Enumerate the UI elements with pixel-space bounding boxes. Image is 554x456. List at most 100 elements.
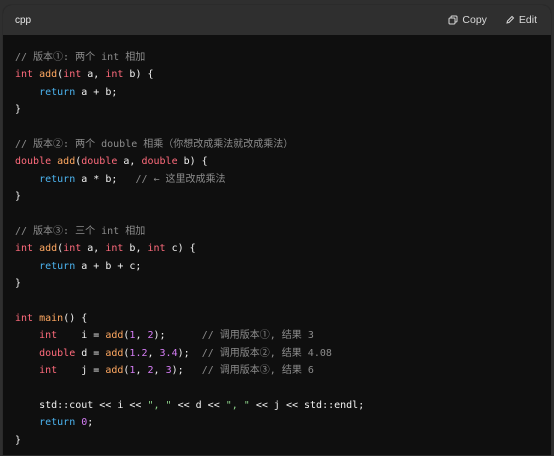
code-line: int add(int a, int b) { — [15, 66, 364, 83]
code-token: add — [57, 156, 76, 168]
code-token: // ← 这里改成乘法 — [135, 173, 226, 185]
code-token: return — [39, 417, 76, 429]
code-token: i = — [57, 330, 106, 342]
code-token: int — [147, 243, 166, 255]
code-token: } — [15, 104, 22, 116]
code-token: () { — [63, 312, 88, 324]
code-token: c) { — [165, 243, 196, 255]
code-token: // 调用版本①, 结果 3 — [201, 330, 314, 342]
code-token: int — [63, 69, 82, 81]
code-token: a + b + c; — [75, 260, 142, 272]
code-line: // 版本①: 两个 int 相加 — [15, 49, 364, 66]
code-token: int — [15, 243, 34, 255]
code-token: } — [15, 434, 22, 446]
code-token: add — [105, 330, 124, 342]
code-token: return — [39, 260, 76, 272]
code-token: add — [105, 347, 124, 359]
code-token: double — [39, 347, 76, 359]
code-token: ; — [87, 417, 94, 429]
code-token: , — [147, 347, 160, 359]
code-token: ); — [153, 330, 202, 342]
page-frame: cpp Copy Edit // 版本①: 两个 int 相加 int add(… — [0, 0, 554, 456]
code-token: // 版本②: 两个 double 相乘（你想改成乘法就改成乘法） — [15, 138, 294, 150]
code-line: // 版本②: 两个 double 相乘（你想改成乘法就改成乘法） — [15, 136, 364, 153]
edit-label: Edit — [518, 14, 537, 26]
code-line: return a + b + c; — [15, 258, 364, 275]
code-block: cpp Copy Edit // 版本①: 两个 int 相加 int add(… — [2, 4, 552, 456]
code-line: } — [15, 275, 364, 292]
copy-icon — [448, 15, 458, 25]
code-line: double d = add(1.2, 3.4); // 调用版本②, 结果 4… — [15, 345, 364, 362]
code-line: return a * b; // ← 这里改成乘法 — [15, 171, 364, 188]
code-line: int j = add(1, 2, 3); // 调用版本③, 结果 6 — [15, 362, 364, 379]
code-token: // 调用版本③, 结果 6 — [201, 365, 314, 377]
code-token: , — [135, 365, 148, 377]
code-token: double — [15, 156, 52, 168]
code-token: double — [81, 156, 118, 168]
code-token: int — [15, 69, 34, 81]
code-line: } — [15, 432, 364, 449]
code-line: // 版本③: 三个 int 相加 — [15, 223, 364, 240]
pencil-icon — [505, 15, 515, 25]
copy-button[interactable]: Copy — [448, 14, 487, 26]
code-token: int — [15, 312, 34, 324]
code-token: j = — [57, 365, 106, 377]
code-line: int add(int a, int b, int c) { — [15, 240, 364, 257]
code-token: a * b; — [75, 173, 136, 185]
code-token: add — [39, 69, 58, 81]
code-token: ); — [177, 347, 202, 359]
code-token: ", " — [225, 399, 250, 411]
code-token: // 版本③: 三个 int 相加 — [15, 225, 146, 237]
code-line: } — [15, 101, 364, 118]
code-token: double — [141, 156, 178, 168]
code-line: int main() { — [15, 310, 364, 327]
code-token: ", " — [147, 399, 172, 411]
code-token: b) { — [177, 156, 208, 168]
code-token: add — [105, 365, 124, 377]
code-token: // 版本①: 两个 int 相加 — [15, 52, 146, 63]
code-token: add — [39, 243, 58, 255]
code-block-header: cpp Copy Edit — [3, 5, 551, 35]
code-body: // 版本①: 两个 int 相加 int add(int a, int b) {… — [15, 49, 364, 449]
code-token: a + b; — [75, 86, 118, 98]
code-token: return — [39, 173, 76, 185]
code-token: } — [15, 278, 22, 290]
code-line: return 0; — [15, 414, 364, 431]
code-actions: Copy Edit — [448, 14, 537, 26]
code-token: int — [63, 243, 82, 255]
code-token: , — [135, 330, 148, 342]
code-token: b) { — [123, 69, 154, 81]
code-token: a, — [117, 156, 142, 168]
code-line: return a + b; — [15, 84, 364, 101]
code-line: std::cout << i << ", " << d << ", " << j… — [15, 397, 364, 414]
code-line: int i = add(1, 2); // 调用版本①, 结果 3 — [15, 327, 364, 344]
code-token: std::cout << i << — [15, 399, 148, 411]
language-label: cpp — [15, 14, 32, 26]
code-token: int — [105, 69, 124, 81]
code-token: a, — [81, 243, 106, 255]
code-line: } — [15, 188, 364, 205]
copy-label: Copy — [462, 14, 487, 26]
code-token: 1.2 — [129, 347, 148, 359]
code-token: ); — [171, 365, 202, 377]
code-line: double add(double a, double b) { — [15, 153, 364, 170]
code-token: int — [39, 330, 58, 342]
code-token: b, — [123, 243, 148, 255]
code-token: d = — [75, 347, 106, 359]
code-token: // 调用版本②, 结果 4.08 — [201, 347, 332, 359]
code-token: return — [39, 86, 76, 98]
code-token: a, — [81, 69, 106, 81]
code-token: int — [105, 243, 124, 255]
edit-button[interactable]: Edit — [505, 14, 537, 26]
